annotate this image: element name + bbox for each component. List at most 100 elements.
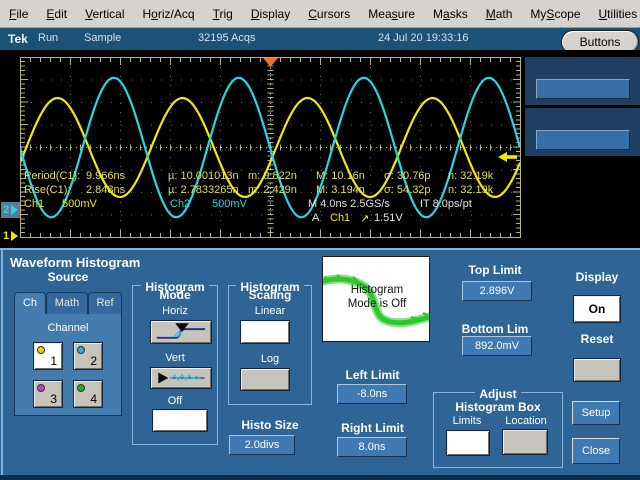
right-limit-value[interactable]: 8.0ns <box>337 437 407 457</box>
measurement-value: 9.966ns <box>86 170 125 182</box>
measurement-min: m: 9.822n <box>248 170 297 182</box>
channel-number: 4 <box>90 392 97 406</box>
side-button-upper[interactable] <box>536 79 630 99</box>
measurement-mean: µ: 10.001013n <box>168 170 239 182</box>
measurement-name: Period(C1): <box>24 170 80 182</box>
location-label: Location <box>497 415 555 427</box>
channel-3-button[interactable]: 3 <box>33 380 63 408</box>
source-label: Source <box>14 270 122 284</box>
preview-text-line1: Histogram <box>323 283 431 297</box>
trigger-level-arrow-icon[interactable] <box>498 152 517 162</box>
scaling-group-title: Scaling <box>228 288 312 302</box>
measurement-mean: µ: 2.7833265n <box>168 184 239 196</box>
left-limit-value[interactable]: -8.0ns <box>337 384 407 404</box>
menu-item-masks[interactable]: Masks <box>424 3 477 25</box>
menu-item-utilities[interactable]: Utilities <box>590 3 640 25</box>
channel-number: 3 <box>50 392 57 406</box>
oscilloscope-screen: FileEditVerticalHoriz/AcqTrigDisplayCurs… <box>0 0 640 480</box>
menu-item-edit[interactable]: Edit <box>37 3 76 25</box>
status-bar: Tek Run Sample 32195 Acqs 24 Jul 20 19:3… <box>0 28 640 50</box>
menu-item-measure[interactable]: Measure <box>359 3 424 25</box>
timebase-readout: M 4.0ns 2.5GS/s <box>308 198 390 210</box>
trigger-type: A <box>312 212 319 224</box>
menu-item-vertical[interactable]: Vertical <box>76 3 133 25</box>
waveform-histogram-panel: Waveform Histogram Source ChMathRef 1234… <box>0 248 640 480</box>
scaling-linear-button[interactable] <box>240 320 290 344</box>
measurement-stddev: σ: 54.32p <box>384 184 431 196</box>
menu-item-cursors[interactable]: Cursors <box>299 3 359 25</box>
measurement-name: Rise(C1): <box>24 184 70 196</box>
channel-1-button[interactable]: 1 <box>33 342 63 370</box>
preview-text-line2: Mode is Off <box>323 297 431 311</box>
top-limit-label: Top Limit <box>440 263 550 277</box>
measurement-stddev: σ: 30.76p <box>384 170 431 182</box>
mode-off-button[interactable] <box>152 409 208 432</box>
channel-label: Channel <box>14 322 122 334</box>
side-button-lower[interactable] <box>536 130 630 150</box>
channel-number: 1 <box>50 354 57 368</box>
ch1-scale: 500mV <box>62 198 97 210</box>
mode-horiz-label: Horiz <box>132 305 218 317</box>
acquisition-mode: Sample <box>84 32 121 44</box>
histogram-preview-box: Histogram Mode is Off <box>322 256 430 342</box>
trigger-level: 1.51V <box>374 212 403 224</box>
measurement-row-period: Period(C1): 9.966ns µ: 10.001013n m: 9.822n… <box>0 170 640 183</box>
channel-number: 2 <box>90 354 97 368</box>
arrow-right-icon <box>11 205 18 215</box>
mode-vert-label: Vert <box>132 352 218 364</box>
menu-item-myscope[interactable]: MyScope <box>521 3 589 25</box>
channel-color-dot-icon <box>37 346 45 354</box>
menu-item-display[interactable]: Display <box>242 3 299 25</box>
left-limit-label: Left Limit <box>330 368 415 382</box>
setup-button[interactable]: Setup <box>572 401 620 425</box>
menu-item-file[interactable]: File <box>0 3 37 25</box>
scaling-log-button[interactable] <box>240 368 290 391</box>
menu-item-trig[interactable]: Trig <box>204 3 242 25</box>
trigger-source: Ch1 <box>330 212 350 224</box>
side-panel-lower <box>525 108 640 156</box>
limits-label: Limits <box>438 415 496 427</box>
vert-histogram-icon <box>151 368 211 388</box>
tek-logo: Tek <box>8 32 28 46</box>
top-limit-value[interactable]: 2.896V <box>462 281 532 301</box>
ch1-ground-marker[interactable]: 1 <box>3 228 18 244</box>
bottom-limit-value[interactable]: 892.0mV <box>462 336 532 356</box>
trigger-readout-row: A Ch1 ↗ 1.51V <box>0 212 640 225</box>
reset-button[interactable] <box>573 358 621 382</box>
reset-label: Reset <box>566 332 628 346</box>
close-button[interactable]: Close <box>572 438 620 464</box>
histo-size-label: Histo Size <box>224 418 316 432</box>
adjust-limits-button[interactable] <box>446 430 490 456</box>
menu-item-horizacq[interactable]: Horiz/Acq <box>134 3 204 25</box>
scaling-log-label: Log <box>228 353 312 365</box>
bottom-limit-label: Bottom Lim <box>440 322 550 336</box>
ch2-ground-marker[interactable]: 2 <box>1 202 20 218</box>
channel-4-button[interactable]: 4 <box>73 380 103 408</box>
datetime: 24 Jul 20 19:33:16 <box>378 32 469 44</box>
tab-ref[interactable]: Ref <box>88 292 122 314</box>
mode-vert-button[interactable] <box>150 367 212 389</box>
mode-horiz-button[interactable] <box>150 320 212 344</box>
adjust-location-button[interactable] <box>502 429 548 455</box>
channel-color-dot-icon <box>37 384 45 392</box>
tab-ch[interactable]: Ch <box>14 292 46 314</box>
right-limit-label: Right Limit <box>330 421 415 435</box>
measurement-max: M: 3.194n <box>316 184 365 196</box>
trigger-slope-icon: ↗ <box>360 212 369 225</box>
trigger-position-icon[interactable] <box>263 58 278 67</box>
histo-size-value[interactable]: 2.0divs <box>229 435 295 455</box>
side-panel-upper <box>525 57 640 105</box>
channel-color-dot-icon <box>77 384 85 392</box>
mode-group-title: Mode <box>132 288 218 302</box>
channel-2-button[interactable]: 2 <box>73 342 103 370</box>
display-on-button[interactable]: On <box>573 295 621 323</box>
menu-item-math[interactable]: Math <box>477 3 522 25</box>
measurement-count: n: 32.19k <box>448 170 493 182</box>
arrow-right-icon <box>11 231 18 241</box>
acquisition-count: 32195 Acqs <box>198 32 256 44</box>
measurement-row-rise: Rise(C1):2.848nsµ: 2.7833265nm: 2.429nM:… <box>0 184 640 197</box>
adjust-group-legend: Adjust <box>475 387 520 401</box>
display-label: Display <box>566 270 628 284</box>
measurement-min: m: 2.429n <box>248 184 297 196</box>
tab-math[interactable]: Math <box>46 292 88 314</box>
